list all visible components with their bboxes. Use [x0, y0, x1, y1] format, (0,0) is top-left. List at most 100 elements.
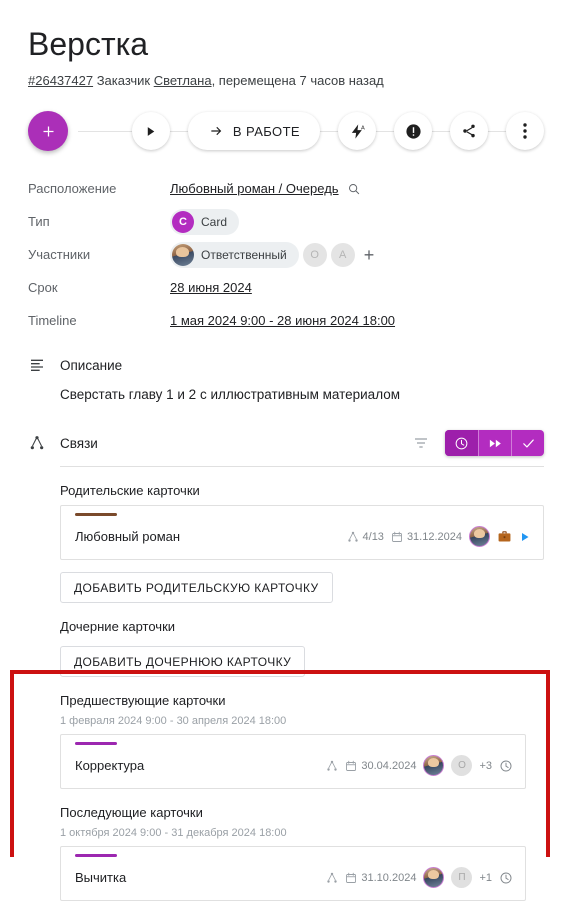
group-dates: 1 октября 2024 9:00 - 31 декабря 2024 18…	[60, 827, 287, 839]
more-members-count: +3	[479, 759, 492, 772]
link-card-row[interactable]: Корректура 30.04.2024 О +3	[60, 734, 526, 789]
play-button[interactable]	[131, 112, 170, 150]
due-date-link[interactable]: 28 июня 2024	[170, 280, 252, 295]
member-avatar-placeholder-1[interactable]: О	[302, 242, 327, 267]
properties-list: Расположение Любовный роман / Очередь Ти…	[0, 172, 572, 337]
member-avatar-placeholder-2[interactable]: А	[330, 242, 355, 267]
property-value: Любовный роман / Очередь	[170, 181, 361, 196]
priority-button[interactable]	[394, 112, 432, 150]
date-meta: 31.10.2024	[345, 872, 416, 884]
page-title: Верстка	[28, 26, 149, 62]
links-toolbar	[413, 430, 544, 456]
link-group-successor: Последующие карточки 1 октября 2024 9:00…	[60, 805, 526, 901]
property-label: Расположение	[28, 181, 117, 196]
plus-icon	[43, 126, 53, 136]
search-icon[interactable]	[347, 182, 361, 196]
property-row-timeline: Timeline 1 мая 2024 9:00 - 28 июня 2024 …	[28, 304, 544, 337]
automation-button[interactable]: A	[338, 112, 376, 150]
link-card-meta: 30.04.2024 О +3	[326, 755, 513, 776]
arrow-right-icon	[211, 126, 222, 136]
more-button[interactable]	[506, 112, 544, 150]
property-label: Участники	[28, 247, 91, 262]
customer-name-link[interactable]: Светлана	[154, 73, 212, 88]
avatar	[469, 526, 490, 547]
property-label: Тип	[28, 214, 50, 229]
property-label: Timeline	[28, 313, 77, 328]
card-date: 30.04.2024	[361, 759, 417, 772]
toggle-check[interactable]	[511, 430, 544, 456]
description-title: Описание	[60, 357, 123, 373]
property-value: Ответственный О А +	[170, 241, 375, 268]
link-card-name: Любовный роман	[75, 529, 181, 544]
description-text[interactable]: Сверстать главу 1 и 2 с иллюстративным м…	[60, 387, 544, 402]
links-count: 4/13	[362, 530, 384, 543]
more-members-count: +1	[479, 871, 492, 884]
property-row-members: Участники Ответственный О А +	[28, 238, 544, 271]
svg-text:A: A	[361, 125, 365, 131]
add-child-card-button[interactable]: ДОБАВИТЬ ДОЧЕРНЮЮ КАРТОЧКУ	[60, 646, 306, 677]
link-group-parent: Родительские карточки Любовный роман 4/1…	[60, 483, 544, 603]
property-row-type: Тип C Card	[28, 205, 544, 238]
card-meta-line: #26437427 Заказчик Светлана, перемещена …	[28, 73, 544, 89]
property-value: 28 июня 2024	[170, 280, 252, 295]
play-icon	[148, 126, 155, 136]
description-section: Описание Сверстать главу 1 и 2 с иллюстр…	[0, 357, 572, 402]
link-card-row[interactable]: Любовный роман 4/13 31.12.2024	[60, 505, 544, 560]
avatar	[423, 755, 445, 776]
calendar-icon	[346, 872, 357, 883]
member-role-label: Ответственный	[201, 247, 287, 262]
property-value: 1 мая 2024 9:00 - 28 июня 2024 18:00	[170, 313, 395, 328]
hierarchy-icon	[28, 435, 46, 451]
property-row-due: Срок 28 июня 2024	[28, 271, 544, 304]
status-label: В РАБОТЕ	[232, 123, 300, 139]
links-header: Связи	[28, 430, 544, 456]
timeline-link[interactable]: 1 мая 2024 9:00 - 28 июня 2024 18:00	[170, 313, 395, 328]
more-vertical-icon	[523, 123, 527, 139]
property-value: C Card	[170, 208, 240, 235]
link-card-meta: 4/13 31.12.2024	[347, 526, 531, 547]
exclamation-icon	[405, 123, 421, 139]
card-date: 31.12.2024	[406, 530, 462, 543]
links-section: Связи Родительские карточки Любовный ром…	[0, 430, 572, 901]
link-card-row[interactable]: Вычитка 31.10.2024 П +1	[60, 846, 526, 901]
group-title: Родительские карточки	[60, 483, 200, 498]
clock-icon[interactable]	[499, 759, 513, 773]
filter-icon[interactable]	[413, 435, 429, 451]
moved-text: , перемещена 7 часов назад	[211, 73, 384, 88]
hierarchy-small-icon	[347, 531, 358, 542]
link-group-child: Дочерние карточки ДОБАВИТЬ ДОЧЕРНЮЮ КАРТ…	[60, 619, 544, 677]
toggle-fast-forward[interactable]	[478, 430, 511, 456]
card-header: Верстка #26437427 Заказчик Светлана, пер…	[0, 0, 572, 156]
clock-icon[interactable]	[499, 871, 513, 885]
card-date: 31.10.2024	[361, 871, 417, 884]
links-count-meta: 4/13	[347, 531, 384, 543]
location-link[interactable]: Любовный роман / Очередь	[170, 181, 339, 196]
type-chip[interactable]: C Card	[170, 208, 240, 235]
link-card-meta: 31.10.2024 П +1	[326, 867, 513, 888]
status-button[interactable]: В РАБОТЕ	[187, 112, 320, 150]
add-button[interactable]	[28, 111, 68, 151]
link-group-predecessor: Предшествующие карточки 1 февраля 2024 9…	[60, 693, 526, 789]
card-accent-bar	[75, 513, 117, 516]
toggle-clock[interactable]	[445, 430, 478, 456]
add-member-button[interactable]: +	[364, 246, 375, 264]
briefcase-icon	[497, 529, 512, 544]
type-label: Card	[201, 214, 228, 229]
card-id-link[interactable]: #26437427	[28, 73, 93, 88]
member-chip-responsible[interactable]: Ответственный	[170, 241, 299, 268]
links-divider	[60, 466, 544, 467]
group-dates: 1 февраля 2024 9:00 - 30 апреля 2024 18:…	[60, 715, 287, 727]
links-title: Связи	[60, 435, 98, 451]
avatar	[172, 243, 194, 266]
date-meta: 30.04.2024	[345, 760, 416, 772]
avatar-initial: П	[451, 867, 473, 888]
type-badge: C	[172, 210, 194, 233]
date-meta: 31.12.2024	[391, 531, 462, 543]
add-parent-card-button[interactable]: ДОБАВИТЬ РОДИТЕЛЬСКУЮ КАРТОЧКУ	[60, 572, 333, 603]
play-small-icon[interactable]	[519, 531, 531, 543]
links-view-toggle	[445, 430, 544, 456]
avatar-initial: О	[451, 755, 473, 776]
group-title: Предшествующие карточки	[60, 693, 226, 708]
share-button[interactable]	[450, 112, 488, 150]
description-header: Описание	[28, 357, 544, 373]
